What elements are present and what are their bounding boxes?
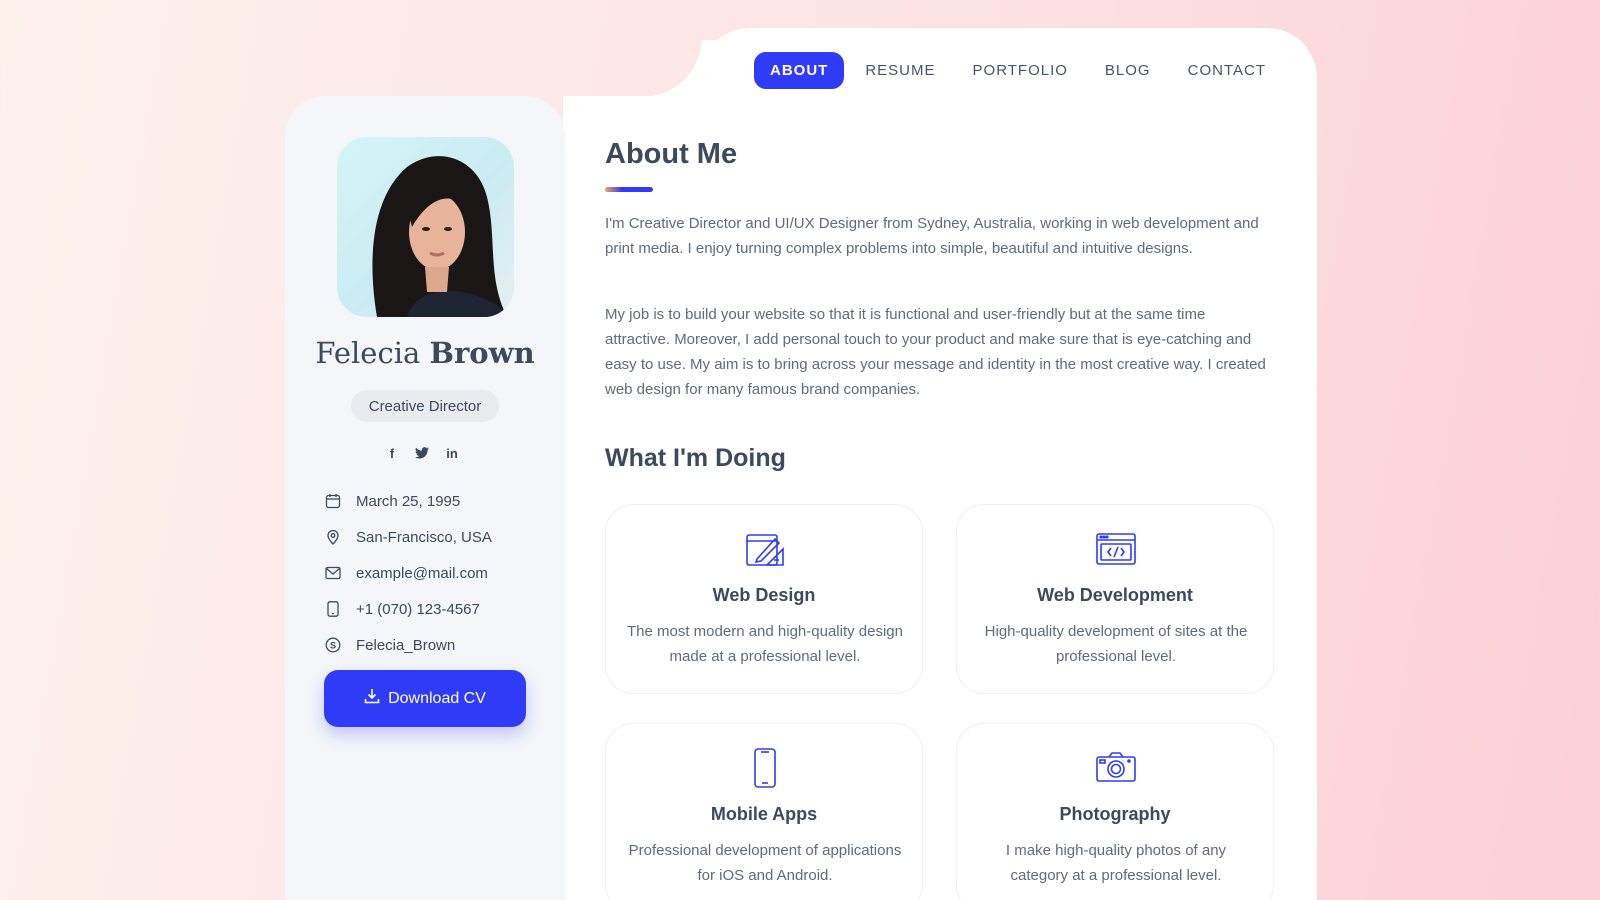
facebook-icon[interactable]: f: [384, 445, 400, 461]
design-tools-icon: [745, 529, 785, 569]
service-card-photography: Photography I make high-quality photos o…: [956, 723, 1274, 900]
nav-tab-resume[interactable]: RESUME: [849, 52, 951, 89]
about-title: About Me: [605, 138, 738, 170]
smartphone-icon: [745, 748, 785, 788]
contact-skype: S Felecia_Brown: [324, 627, 492, 663]
contact-list: March 25, 1995 San-Francisco, USA exampl…: [324, 483, 492, 663]
doing-title: What I'm Doing: [605, 444, 786, 472]
about-paragraph-2: My job is to build your website so that …: [605, 306, 1266, 398]
service-title: Web Design: [712, 585, 816, 605]
social-links: f in: [384, 445, 460, 461]
service-desc: I make high-quality photos of any catego…: [1005, 842, 1227, 884]
contact-email: example@mail.com: [324, 555, 492, 591]
service-card-mobile-apps: Mobile Apps Professional development of …: [605, 723, 923, 900]
contact-location: San-Francisco, USA: [324, 519, 492, 555]
service-title: Web Development: [1037, 585, 1193, 605]
about-paragraph-1: I'm Creative Director and UI/UX Designer…: [605, 215, 1259, 257]
avatar: [337, 137, 514, 317]
profile-name: Felecia Brown: [285, 336, 565, 370]
nav-panel-curve: [600, 0, 702, 97]
service-title: Mobile Apps: [710, 804, 818, 824]
camera-icon: [1096, 748, 1136, 788]
nav-tab-about[interactable]: ABOUT: [754, 52, 845, 89]
service-title: Photography: [1059, 804, 1171, 824]
contact-text[interactable]: example@mail.com: [356, 565, 488, 582]
calendar-icon: [324, 492, 342, 510]
code-window-icon: [1096, 529, 1136, 569]
location-pin-icon: [324, 528, 342, 546]
download-label: Download CV: [388, 689, 486, 707]
twitter-icon[interactable]: [414, 445, 430, 461]
contact-text: March 25, 1995: [356, 492, 461, 510]
contact-phone: +1 (070) 123-4567: [324, 591, 492, 627]
nav-tab-portfolio[interactable]: PORTFOLIO: [957, 52, 1084, 89]
linkedin-icon[interactable]: in: [444, 445, 460, 461]
contact-birthday: March 25, 1995: [324, 483, 492, 519]
portrait-image: [372, 156, 507, 317]
contact-text[interactable]: +1 (070) 123-4567: [356, 601, 480, 618]
download-icon: [364, 688, 380, 709]
first-name: Felecia: [315, 336, 421, 370]
nav-tab-blog[interactable]: BLOG: [1089, 52, 1167, 89]
download-cv-button[interactable]: Download CV: [324, 670, 526, 727]
contact-text[interactable]: Felecia_Brown: [356, 637, 455, 654]
title-underline: [605, 187, 653, 192]
service-desc: Professional development of applications…: [628, 842, 902, 884]
mail-icon: [324, 564, 342, 582]
phone-icon: [324, 600, 342, 618]
last-name: Brown: [429, 336, 535, 370]
contact-text: San-Francisco, USA: [356, 528, 492, 546]
role-badge: Creative Director: [351, 390, 499, 422]
service-desc: High-quality development of sites at the…: [984, 623, 1248, 665]
service-card-web-development: Web Development High-quality development…: [956, 504, 1274, 694]
main-nav: ABOUT RESUME PORTFOLIO BLOG CONTACT: [754, 52, 1287, 89]
nav-tab-contact[interactable]: CONTACT: [1172, 52, 1282, 89]
service-card-web-design: Web Design The most modern and high-qual…: [605, 504, 923, 694]
svg-text:S: S: [330, 640, 336, 650]
service-desc: The most modern and high-quality design …: [627, 623, 903, 665]
skype-icon: S: [324, 636, 342, 654]
